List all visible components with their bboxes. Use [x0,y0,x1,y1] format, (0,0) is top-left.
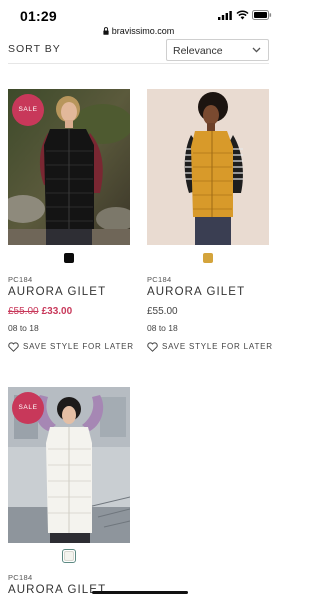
status-bar: 01:29 [0,0,277,28]
product-code: PC184 [147,275,172,284]
product-name[interactable]: AURORA GILET [8,286,106,298]
save-style-label: SAVE STYLE FOR LATER [23,342,134,351]
sort-selected-value: Relevance [173,45,223,57]
sort-by-label: SORT BY [8,43,61,55]
price: £55.00 £33.00 [8,306,72,317]
chevron-down-icon [252,47,261,53]
product-code: PC184 [8,275,33,284]
sort-select[interactable]: Relevance [166,39,269,61]
colour-swatch-white[interactable] [64,551,74,561]
price-was: £55.00 [8,306,39,317]
size-range: 08 to 18 [147,323,178,333]
product-image[interactable]: SALE [8,89,130,245]
battery-icon [252,10,272,20]
save-style-label: SAVE STYLE FOR LATER [162,342,273,351]
sale-badge: SALE [12,392,44,424]
home-indicator [92,591,188,594]
heart-icon [8,342,19,352]
cellular-signal-icon [218,11,232,20]
product-name[interactable]: AURORA GILET [147,286,245,298]
product-image[interactable]: SALE [8,387,130,543]
product-card[interactable]: SALE PC184 AURORA GILET [8,387,130,597]
divider [8,63,269,64]
price-regular: £55.00 [147,306,178,317]
heart-icon [147,342,158,352]
product-image[interactable] [147,89,269,245]
address-bar[interactable]: bravissimo.com [0,26,277,40]
product-card[interactable]: SALE PC184 AURORA GILET £55.00 £33.00 08 … [8,89,133,359]
price: £55.00 [147,306,178,317]
url-text: bravissimo.com [111,26,175,36]
product-card[interactable]: PC184 AURORA GILET £55.00 08 to 18 SAVE … [147,89,272,359]
size-range: 08 to 18 [8,323,39,333]
lock-icon [103,27,109,35]
colour-swatch-mustard[interactable] [203,253,213,263]
price-now: £33.00 [41,306,73,317]
product-code: PC184 [8,573,33,582]
sale-badge: SALE [12,94,44,126]
colour-swatch-black[interactable] [64,253,74,263]
product-photo-mustard-gilet [147,89,269,245]
status-time: 01:29 [20,8,57,24]
product-name[interactable]: AURORA GILET [8,584,106,596]
wifi-icon [236,10,249,20]
